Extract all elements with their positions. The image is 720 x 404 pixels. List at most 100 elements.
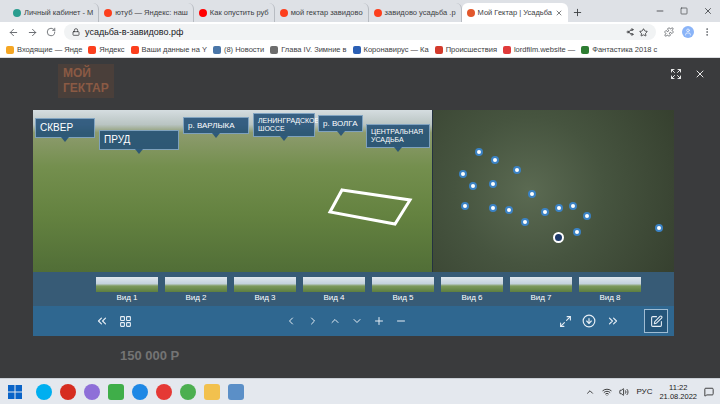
share-icon[interactable]: [626, 28, 634, 36]
bookmark[interactable]: Ваши данные на Y: [131, 45, 207, 54]
minimize-button[interactable]: [648, 0, 672, 22]
back-icon[interactable]: [8, 27, 19, 38]
app-icon[interactable]: [36, 384, 52, 400]
map-pin[interactable]: [521, 218, 529, 226]
map-pin[interactable]: [489, 204, 497, 212]
bookmark[interactable]: Яндекс: [88, 45, 124, 54]
bookmark[interactable]: Глава IV. Зимние в: [270, 45, 346, 54]
favicon-icon: [467, 9, 475, 17]
browser-tab[interactable]: завидово усадьба .р: [369, 3, 462, 22]
zoom-in-icon[interactable]: [373, 315, 385, 327]
view-thumbnail[interactable]: Вид 3: [233, 276, 297, 303]
bookmark[interactable]: Входящие — Янде: [6, 45, 82, 54]
language-indicator[interactable]: РУС: [636, 387, 652, 396]
rewind-icon[interactable]: [95, 314, 109, 328]
map-pin[interactable]: [555, 204, 563, 212]
new-tab-button[interactable]: [568, 3, 587, 22]
bookmark[interactable]: lordfilm.website —: [503, 45, 575, 54]
map-pin[interactable]: [541, 208, 549, 216]
system-tray: РУС 11:2221.08.2022: [585, 383, 714, 401]
close-button[interactable]: [696, 0, 720, 22]
browser-tab[interactable]: Мой Гектар | Усадьба: [462, 3, 568, 22]
app-icon[interactable]: [180, 384, 196, 400]
view-thumbnail[interactable]: Вид 7: [509, 276, 573, 303]
extensions-icon[interactable]: [664, 27, 674, 37]
map-pin[interactable]: [569, 202, 577, 210]
map-pin[interactable]: [655, 224, 663, 232]
scene-label[interactable]: р. ВАРЛЫКА: [183, 117, 249, 134]
maximize-button[interactable]: [672, 0, 696, 22]
view-thumbnail[interactable]: Вид 4: [302, 276, 366, 303]
scene-label[interactable]: ЛЕНИНГРАДСКОЕ ШОССЕ: [253, 113, 315, 137]
grid-icon[interactable]: [119, 315, 132, 328]
windows-logo-icon[interactable]: [8, 385, 22, 399]
app-icon[interactable]: [132, 384, 148, 400]
download-icon[interactable]: [582, 314, 596, 328]
map-pin[interactable]: [513, 166, 521, 174]
forward-icon[interactable]: [606, 314, 620, 328]
browser-tab[interactable]: Как опустить руб: [194, 3, 275, 22]
map-pin[interactable]: [553, 232, 564, 243]
view-thumbnail[interactable]: Вид 1: [95, 276, 159, 303]
edit-button[interactable]: [644, 309, 668, 333]
close-tab-icon[interactable]: [555, 9, 563, 17]
view-thumbnail[interactable]: Вид 6: [440, 276, 504, 303]
map-pin[interactable]: [461, 202, 469, 210]
fullscreen-icon[interactable]: [559, 315, 572, 328]
pan-up-icon[interactable]: [329, 315, 341, 327]
view-thumbnail[interactable]: Вид 8: [578, 276, 642, 303]
pan-down-icon[interactable]: [351, 315, 363, 327]
view-thumbnail[interactable]: Вид 2: [164, 276, 228, 303]
map-pin[interactable]: [573, 228, 581, 236]
map-pin[interactable]: [459, 170, 467, 178]
scene-label[interactable]: СКВЕР: [35, 118, 95, 138]
app-icon[interactable]: [84, 384, 100, 400]
fullscreen-icon[interactable]: [670, 68, 682, 80]
app-icon[interactable]: [60, 384, 76, 400]
panorama-photo[interactable]: СКВЕРПРУДр. ВАРЛЫКАЛЕНИНГРАДСКОЕ ШОССЕр.…: [33, 110, 432, 272]
app-icon[interactable]: [204, 384, 220, 400]
bookmark[interactable]: Фантастика 2018 с: [581, 45, 657, 54]
bookmark[interactable]: (8) Новости: [213, 45, 264, 54]
map-pin[interactable]: [469, 182, 477, 190]
browser-tab[interactable]: ютуб — Яндекс: наш: [99, 3, 194, 22]
app-icon[interactable]: [108, 384, 124, 400]
profile-button[interactable]: [682, 26, 694, 38]
star-icon[interactable]: [639, 28, 648, 37]
map-pin[interactable]: [475, 148, 483, 156]
close-overlay-icon[interactable]: [694, 68, 706, 80]
map-pin[interactable]: [528, 190, 536, 198]
browser-tab[interactable]: мой гектар завидово: [275, 3, 369, 22]
address-field[interactable]: усадьба-в-завидово.рф: [64, 24, 656, 40]
scene-label[interactable]: ЦЕНТРАЛЬНАЯ УСАДЬБА: [366, 124, 430, 148]
bookmark[interactable]: Происшествия: [435, 45, 497, 54]
url-text: усадьба-в-завидово.рф: [85, 27, 621, 37]
volume-icon[interactable]: [619, 387, 629, 397]
menu-icon[interactable]: [702, 27, 712, 37]
notifications-icon[interactable]: [704, 387, 714, 397]
reload-icon[interactable]: [46, 27, 56, 37]
map-pin[interactable]: [489, 180, 497, 188]
tray-expand-icon[interactable]: [585, 387, 595, 397]
bookmark[interactable]: Коронавирус — Ка: [353, 45, 429, 54]
map-pin[interactable]: [491, 156, 499, 164]
left-controls: [95, 314, 132, 328]
app-icon[interactable]: [156, 384, 172, 400]
scene-label[interactable]: р. ВОЛГА: [318, 115, 363, 132]
site-map[interactable]: [432, 110, 674, 272]
browser-tab[interactable]: Личный кабинет - М: [8, 3, 99, 22]
clock[interactable]: 11:2221.08.2022: [659, 383, 697, 401]
zoom-out-icon[interactable]: [395, 315, 407, 327]
map-pin[interactable]: [583, 212, 591, 220]
scene-label[interactable]: ПРУД: [99, 130, 179, 150]
pan-right-icon[interactable]: [307, 315, 319, 327]
favicon-icon: [374, 9, 382, 17]
network-icon[interactable]: [602, 387, 612, 397]
map-pin[interactable]: [505, 206, 513, 214]
site-logo[interactable]: МОЙГЕКТАР: [58, 64, 114, 98]
bookmark-label: Яндекс: [99, 45, 124, 54]
forward-icon[interactable]: [27, 27, 38, 38]
pan-left-icon[interactable]: [285, 315, 297, 327]
view-thumbnail[interactable]: Вид 5: [371, 276, 435, 303]
app-icon[interactable]: [228, 384, 244, 400]
